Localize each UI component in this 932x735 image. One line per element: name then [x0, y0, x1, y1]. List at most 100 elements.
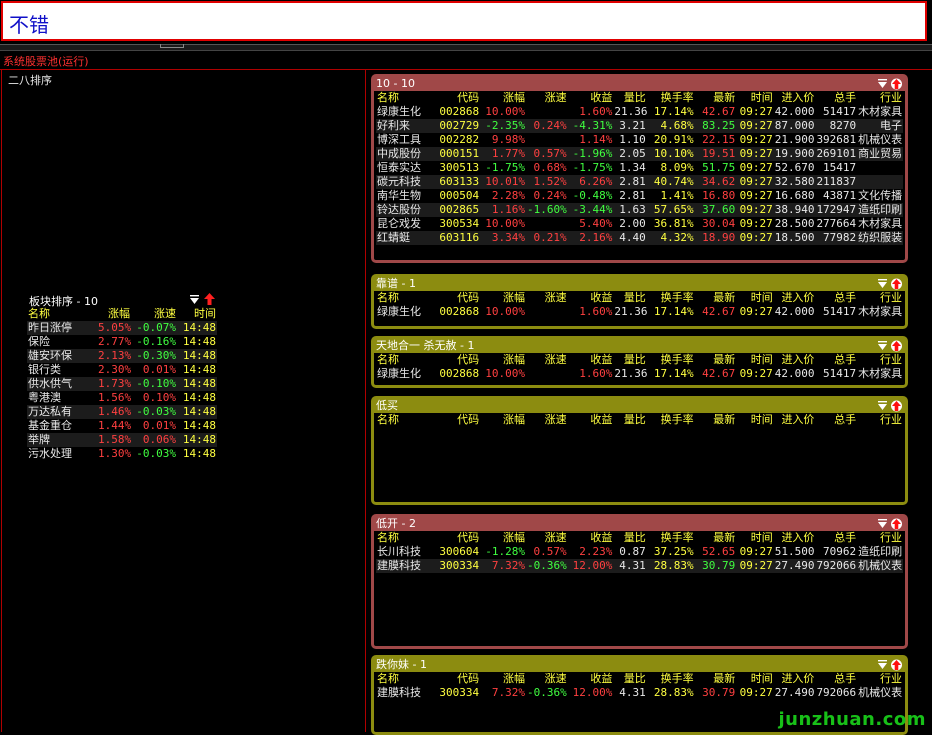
stock-row[interactable]: 博深工具 002282 9.98% 1.14% 1.10 20.91% 22.15 09:27…	[376, 133, 903, 147]
column-header[interactable]: 进入价	[773, 91, 816, 105]
column-header[interactable]: 行业	[857, 353, 903, 367]
column-header[interactable]: 换手率	[646, 413, 695, 427]
column-header[interactable]: 收益	[567, 91, 614, 105]
sector-row[interactable]: 举牌 1.58% 0.06% 14:48	[27, 433, 217, 447]
red-up-arrow-icon[interactable]	[204, 293, 215, 305]
panel-header[interactable]: 低买	[374, 399, 905, 413]
column-header[interactable]: 涨速	[525, 91, 568, 105]
column-header[interactable]: 量比	[613, 353, 647, 367]
panel-header[interactable]: 天地合一 杀无赦 - 1	[374, 339, 905, 353]
column-header[interactable]: 时间	[736, 531, 774, 545]
sector-row[interactable]: 保险 2.77% -0.16% 14:48	[27, 335, 217, 349]
column-header[interactable]: 名称	[376, 291, 437, 305]
column-header[interactable]: 收益	[567, 672, 614, 686]
column-header[interactable]: 名称	[376, 353, 437, 367]
stock-row[interactable]: 好利来 002729 -2.35% 0.24% -4.31% 3.21 4.68% 83.25…	[376, 119, 903, 133]
column-header[interactable]: 量比	[613, 91, 647, 105]
column-header[interactable]: 名称	[27, 307, 97, 321]
column-header[interactable]: 涨幅	[480, 353, 526, 367]
column-header[interactable]: 换手率	[646, 531, 695, 545]
red-up-arrow-icon[interactable]	[891, 518, 902, 530]
column-header[interactable]: 时间	[736, 413, 774, 427]
column-header[interactable]: 时间	[736, 353, 774, 367]
column-header[interactable]: 名称	[376, 672, 437, 686]
column-header[interactable]: 涨速	[525, 672, 568, 686]
column-header[interactable]: 最新	[694, 353, 737, 367]
column-header[interactable]: 收益	[567, 353, 614, 367]
column-header[interactable]: 代码	[436, 91, 481, 105]
column-header[interactable]: 代码	[436, 413, 481, 427]
column-header[interactable]: 名称	[376, 531, 437, 545]
panel-header[interactable]: 10 - 10	[374, 77, 905, 91]
column-header[interactable]: 进入价	[773, 353, 816, 367]
sector-row[interactable]: 万达私有 1.46% -0.03% 14:48	[27, 405, 217, 419]
column-header[interactable]: 收益	[567, 291, 614, 305]
column-header[interactable]: 收益	[567, 413, 614, 427]
stock-row[interactable]: 建膜科技 300334 7.32% -0.36% 12.00% 4.31 28.83% 30.…	[376, 686, 903, 700]
sort-triangle-icon[interactable]	[877, 340, 888, 352]
column-header[interactable]: 时间	[736, 91, 774, 105]
column-header[interactable]: 换手率	[646, 91, 695, 105]
red-up-arrow-icon[interactable]	[891, 278, 902, 290]
column-header[interactable]: 量比	[613, 413, 647, 427]
stock-row[interactable]: 长川科技 300604 -1.28% 0.57% 2.23% 0.87 37.25% 52.6…	[376, 545, 903, 559]
stock-row[interactable]: 绿康生化 002868 10.00% 1.60% 21.36 17.14% 42.67 09:…	[376, 367, 903, 381]
column-header[interactable]: 进入价	[773, 672, 816, 686]
red-up-arrow-icon[interactable]	[891, 78, 902, 90]
stock-row[interactable]: 建膜科技 300334 7.32% -0.36% 12.00% 4.31 28.83% 30.…	[376, 559, 903, 573]
column-header[interactable]: 换手率	[646, 672, 695, 686]
column-header[interactable]: 进入价	[773, 413, 816, 427]
column-header[interactable]: 总手	[815, 413, 858, 427]
sector-row[interactable]: 雄安环保 2.13% -0.30% 14:48	[27, 349, 217, 363]
column-header[interactable]: 总手	[815, 353, 858, 367]
sort-triangle-icon[interactable]	[877, 659, 888, 671]
column-header[interactable]: 涨速	[525, 531, 568, 545]
stock-row[interactable]: 昆仑戏发 300534 10.00% 5.40% 2.00 36.81% 30.04 09:2…	[376, 217, 903, 231]
column-header[interactable]: 涨速	[525, 291, 568, 305]
column-header[interactable]: 换手率	[646, 353, 695, 367]
column-header[interactable]: 涨幅	[480, 291, 526, 305]
sort-triangle-icon[interactable]	[877, 78, 888, 90]
column-header[interactable]: 行业	[857, 531, 903, 545]
stock-row[interactable]: 中成股份 000151 1.77% 0.57% -1.96% 2.05 10.10% 19.5…	[376, 147, 903, 161]
red-up-arrow-icon[interactable]	[891, 400, 902, 412]
column-header[interactable]: 量比	[613, 291, 647, 305]
column-header[interactable]: 涨幅	[480, 413, 526, 427]
column-header[interactable]: 最新	[694, 531, 737, 545]
column-header[interactable]: 涨幅	[480, 91, 526, 105]
sort-triangle-icon[interactable]	[877, 518, 888, 530]
column-header[interactable]: 代码	[436, 672, 481, 686]
splitter-bar[interactable]	[0, 44, 932, 51]
sector-row[interactable]: 基金重仓 1.44% 0.01% 14:48	[27, 419, 217, 433]
column-header[interactable]: 收益	[567, 531, 614, 545]
stock-row[interactable]: 红蜻蜓 603116 3.34% 0.21% 2.16% 4.40 4.32% 18.90 09…	[376, 231, 903, 245]
column-header[interactable]: 涨速	[525, 353, 568, 367]
column-header[interactable]: 代码	[436, 291, 481, 305]
sector-row[interactable]: 污水处理 1.30% -0.03% 14:48	[27, 447, 217, 461]
stock-row[interactable]: 绿康生化 002868 10.00% 1.60% 21.36 17.14% 42.67 09:…	[376, 105, 903, 119]
column-header[interactable]: 时间	[736, 291, 774, 305]
column-header[interactable]: 名称	[376, 91, 437, 105]
column-header[interactable]: 行业	[857, 413, 903, 427]
column-header[interactable]: 量比	[613, 672, 647, 686]
column-header[interactable]: 总手	[815, 91, 858, 105]
sort-triangle-icon[interactable]	[189, 294, 200, 306]
column-header[interactable]: 最新	[694, 91, 737, 105]
sort-triangle-icon[interactable]	[877, 278, 888, 290]
column-header[interactable]: 最新	[694, 291, 737, 305]
column-header[interactable]: 涨速	[525, 413, 568, 427]
column-header[interactable]: 进入价	[773, 291, 816, 305]
column-header[interactable]: 名称	[376, 413, 437, 427]
stock-row[interactable]: 南华生物 000504 2.28% 0.24% -0.48% 2.81 1.41% 16.80…	[376, 189, 903, 203]
panel-header[interactable]: 靠谱 - 1	[374, 277, 905, 291]
column-header[interactable]: 总手	[815, 672, 858, 686]
column-header[interactable]: 涨速	[131, 307, 177, 321]
column-header[interactable]: 代码	[436, 353, 481, 367]
sector-row[interactable]: 供水供气 1.73% -0.10% 14:48	[27, 377, 217, 391]
column-header[interactable]: 进入价	[773, 531, 816, 545]
column-header[interactable]: 涨幅	[480, 531, 526, 545]
panel-header[interactable]: 低开 - 2	[374, 517, 905, 531]
column-header[interactable]: 换手率	[646, 291, 695, 305]
sector-row[interactable]: 昨日涨停 5.05% -0.07% 14:48	[27, 321, 217, 335]
splitter-handle[interactable]	[160, 44, 184, 48]
